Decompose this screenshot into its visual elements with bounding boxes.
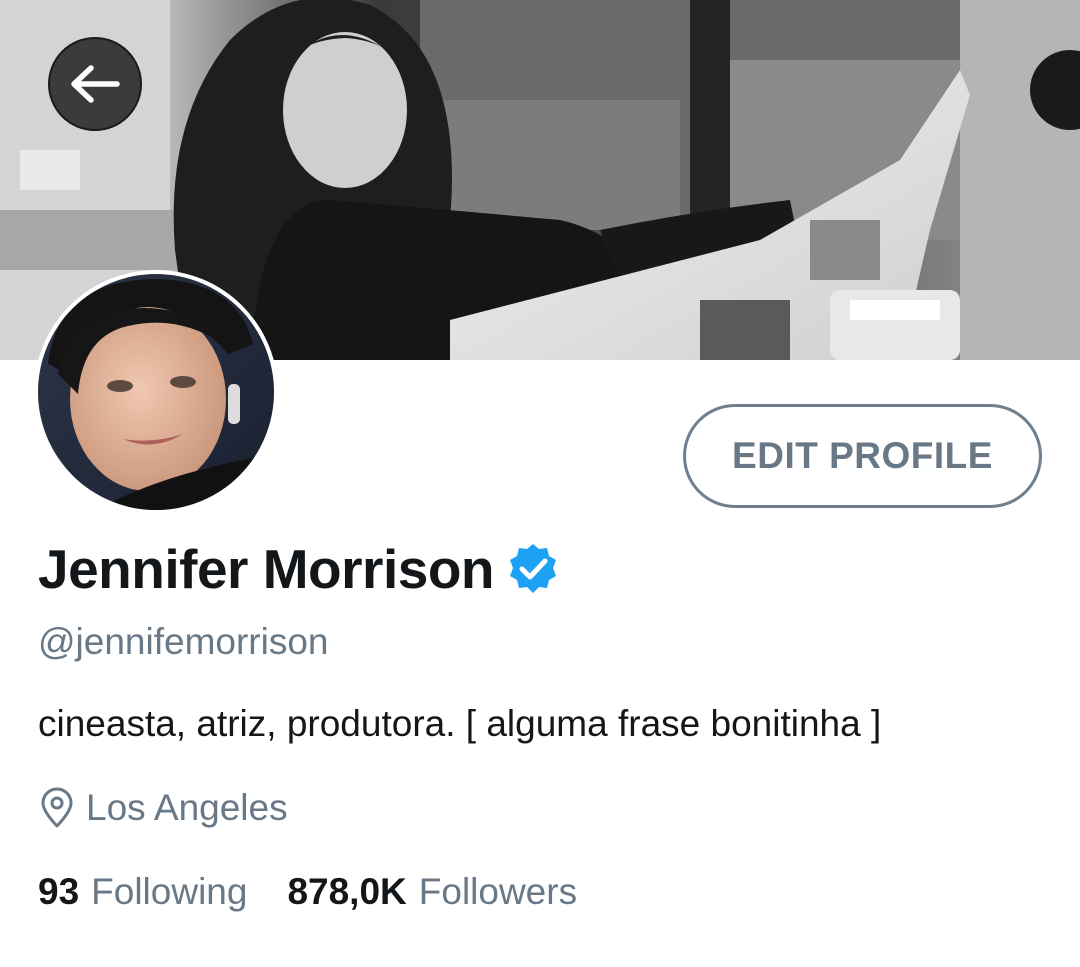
profile-bio: cineasta, atriz, produtora. [ alguma fra… <box>38 703 882 744</box>
following-count: 93 <box>38 871 80 912</box>
followers-label: Followers <box>418 871 578 912</box>
followers-count: 878,0K <box>287 871 407 912</box>
display-name: Jennifer Morrison <box>38 538 495 600</box>
profile-page: EDIT PROFILE Jennifer Morrison @jennifem… <box>0 0 1080 967</box>
back-button[interactable] <box>48 37 142 131</box>
arrow-left-icon <box>71 65 120 103</box>
following-label: Following <box>91 871 248 912</box>
edit-profile-button[interactable]: EDIT PROFILE <box>683 404 1042 508</box>
location-pin-icon <box>38 787 76 829</box>
followers-stat[interactable]: 878,0K Followers <box>287 868 577 916</box>
profile-avatar[interactable] <box>34 270 278 514</box>
verified-badge-icon <box>506 542 560 596</box>
user-handle: @jennifemorrison <box>38 621 329 662</box>
location-row: Los Angeles <box>38 784 288 832</box>
follow-stats: 93 Following 878,0K Followers <box>38 868 577 916</box>
location-text: Los Angeles <box>86 787 288 828</box>
display-name-row: Jennifer Morrison <box>38 534 560 604</box>
following-stat[interactable]: 93 Following <box>38 868 247 916</box>
avatar-photo <box>38 274 274 510</box>
